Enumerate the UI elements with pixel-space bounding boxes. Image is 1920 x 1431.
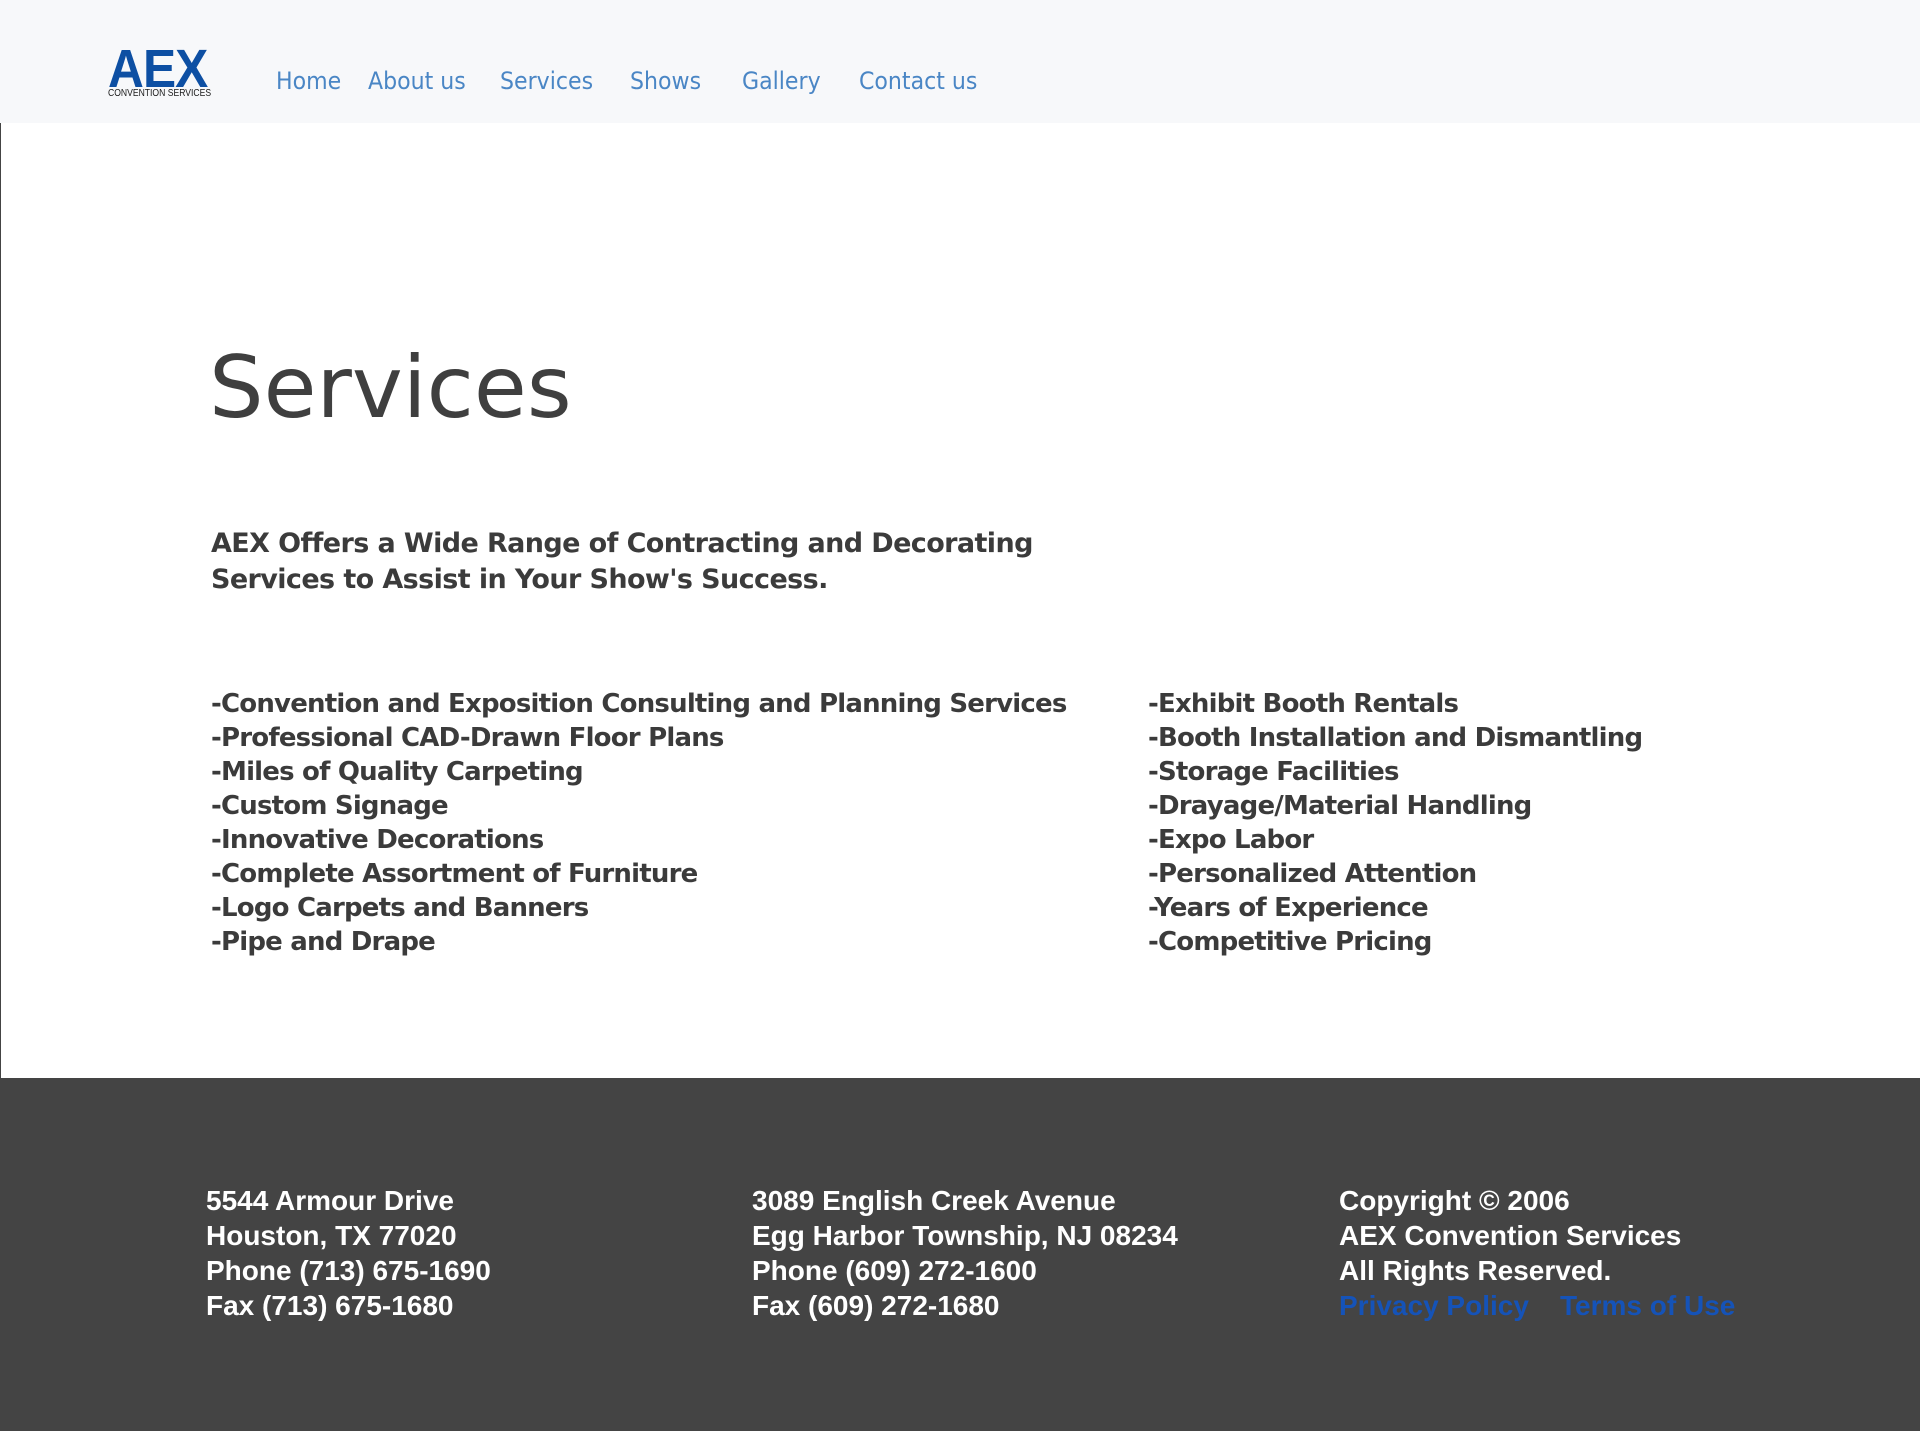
intro-text: AEX Offers a Wide Range of Contracting a…: [211, 528, 1033, 595]
nj-address: 3089 English Creek Avenue Egg Harbor Tow…: [752, 1183, 1178, 1323]
service-item: -Logo Carpets and Banners: [211, 893, 589, 923]
terms-of-use-link[interactable]: Terms of Use: [1560, 1290, 1735, 1321]
address-phone: Phone (713) 675-1690: [206, 1255, 491, 1286]
link-separator: [1537, 1290, 1553, 1321]
nav-about-link[interactable]: About us: [368, 64, 466, 98]
service-item: -Competitive Pricing: [1148, 927, 1432, 957]
services-list-right: -Exhibit Booth Rentals -Booth Installati…: [1148, 687, 1643, 959]
main-content: Services AEX Offers a Wide Range of Cont…: [0, 123, 1920, 1078]
site-footer: 5544 Armour Drive Houston, TX 77020 Phon…: [0, 1078, 1920, 1431]
service-item: -Miles of Quality Carpeting: [211, 757, 584, 787]
page-title: Services: [209, 338, 572, 438]
address-street: 3089 English Creek Avenue: [752, 1185, 1116, 1216]
address-fax: Fax (609) 272-1680: [752, 1290, 1000, 1321]
address-street: 5544 Armour Drive: [206, 1185, 454, 1216]
service-item: -Convention and Exposition Consulting an…: [211, 689, 1067, 719]
service-item: -Years of Experience: [1148, 893, 1429, 923]
logo-tagline: CONVENTION SERVICES: [108, 88, 212, 99]
privacy-policy-link[interactable]: Privacy Policy: [1339, 1290, 1529, 1321]
service-item: -Pipe and Drape: [211, 927, 436, 957]
legal-info: Copyright © 2006 AEX Convention Services…: [1339, 1183, 1735, 1323]
legal-links: Privacy Policy Terms of Use: [1339, 1288, 1735, 1323]
service-item: -Drayage/Material Handling: [1148, 791, 1532, 821]
copyright-text: Copyright © 2006: [1339, 1185, 1570, 1216]
nav-contact-link[interactable]: Contact us: [859, 64, 977, 98]
address-city: Houston, TX 77020: [206, 1220, 457, 1251]
houston-address: 5544 Armour Drive Houston, TX 77020 Phon…: [206, 1183, 491, 1323]
nav-home-link[interactable]: Home: [276, 64, 341, 98]
nav-gallery-link[interactable]: Gallery: [742, 64, 821, 98]
nav-services-link[interactable]: Services: [500, 64, 593, 98]
top-navbar: AEX CONVENTION SERVICES Home About us Se…: [0, 0, 1920, 123]
service-item: -Custom Signage: [211, 791, 449, 821]
service-item: -Storage Facilities: [1148, 757, 1399, 787]
company-name: AEX Convention Services: [1339, 1220, 1682, 1251]
nav-shows-link[interactable]: Shows: [630, 64, 701, 98]
service-item: -Booth Installation and Dismantling: [1148, 723, 1643, 753]
service-item: -Complete Assortment of Furniture: [211, 859, 698, 889]
aex-logo[interactable]: AEX CONVENTION SERVICES: [108, 42, 214, 100]
main-nav: Home About us Services Shows Gallery Con…: [276, 64, 988, 98]
service-item: -Professional CAD-Drawn Floor Plans: [211, 723, 724, 753]
address-city: Egg Harbor Township, NJ 08234: [752, 1220, 1178, 1251]
service-item: -Exhibit Booth Rentals: [1148, 689, 1459, 719]
rights-text: All Rights Reserved.: [1339, 1255, 1612, 1286]
services-list-left: -Convention and Exposition Consulting an…: [211, 687, 1067, 959]
service-item: -Innovative Decorations: [211, 825, 544, 855]
service-item: -Expo Labor: [1148, 825, 1314, 855]
address-phone: Phone (609) 272-1600: [752, 1255, 1037, 1286]
address-fax: Fax (713) 675-1680: [206, 1290, 454, 1321]
service-item: -Personalized Attention: [1148, 859, 1477, 889]
